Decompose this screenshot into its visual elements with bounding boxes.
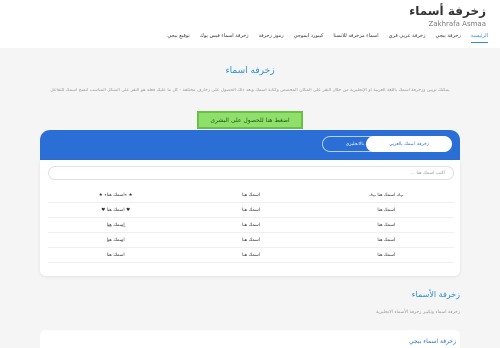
result-row: ♥ اسمك هنا ♥ اسمك هنا اسمك هنا [48,203,454,218]
nav-item-symbols[interactable]: رموز زخرفة [259,33,284,48]
site-title[interactable]: زخرفة أسماء [409,4,486,18]
result-item[interactable]: اسمك هنا [183,188,318,202]
nav-item-pubg-signature[interactable]: توقيع ببجي [167,33,189,48]
result-item[interactable]: ★ ٭اسمك هنا٭ ★ [48,188,183,202]
result-item[interactable]: ـﮩ٨ـ اسمك هنا ـﮩ٨ـ [319,188,454,202]
nav-item-home[interactable]: الرئيسية [470,33,488,43]
result-item[interactable]: اسمك هنا [48,248,183,262]
result-item[interactable]: ♥ اسمك هنا ♥ [48,203,183,217]
result-row: ا͢سمك ه͢نا اسمك هنا اسمك هنا [48,218,454,233]
share-button[interactable]: اضغط هنا للحصول على البشرى [197,111,303,129]
hero-description: يمكنك تزيين وزخرفة اسمك باللغة العربية أ… [50,88,450,93]
result-row: اسمك هنا اسمك هنا اسمك هنا [48,248,454,263]
nav-item-insta[interactable]: اسماء مزخرفه للانستا [333,33,378,48]
hero-title: زخرفه اسماء [225,66,275,76]
result-row: ا̲سمك ه̲نا اسمك هنا اسمك هنا [48,233,454,248]
result-row: ★ ٭اسمك هنا٭ ★ اسمك هنا ـﮩ٨ـ اسمك هنا ـﮩ… [48,188,454,203]
main-nav: الرئيسية زخرفة ببجي زخرفة عربي فري اسماء… [60,33,488,48]
result-item[interactable]: اسمك هنا [183,248,318,262]
result-item[interactable]: اسمك هنا [183,203,318,217]
name-input[interactable]: اكتب اسمك هنا ... [48,166,454,180]
nav-item-emoji-keyboard[interactable]: كيبورد ايموجي [294,33,324,48]
nav-item-facebook[interactable]: زخرفة اسماء فيس بوك [200,33,249,48]
bottom-card-title: زخرفة اسماء ببجي [409,338,456,345]
bottom-card [40,330,460,348]
result-item[interactable]: اسمك هنا [319,218,454,232]
result-item[interactable]: اسمك هنا [319,233,454,247]
site-subtitle: Zakhrafa Asmaa [428,20,486,28]
result-item[interactable]: اسمك هنا [183,218,318,232]
result-item[interactable]: ا̲سمك ه̲نا [48,233,183,247]
nav-item-arabic-free[interactable]: زخرفة عربي فري [389,33,426,48]
result-item[interactable]: اسمك هنا [319,203,454,217]
results-grid: ★ ٭اسمك هنا٭ ★ اسمك هنا ـﮩ٨ـ اسمك هنا ـﮩ… [48,188,454,263]
result-item[interactable]: اسمك هنا [183,233,318,247]
header: زخرفة أسماء Zakhrafa Asmaa الرئيسية زخرف… [0,0,500,48]
result-item[interactable]: ا͢سمك ه͢نا [48,218,183,232]
result-item[interactable]: اسمك هنا [319,248,454,262]
nav-item-pubg[interactable]: زخرفة ببجي [436,33,461,48]
tab-english[interactable]: زخرفة اسمك بالانجليزي [322,136,414,152]
section-description: زخرفة اسماء وتكبير زخرفة الأسماء الانجلي… [375,310,460,315]
section-title: زخرفة الأسماء [411,290,460,299]
